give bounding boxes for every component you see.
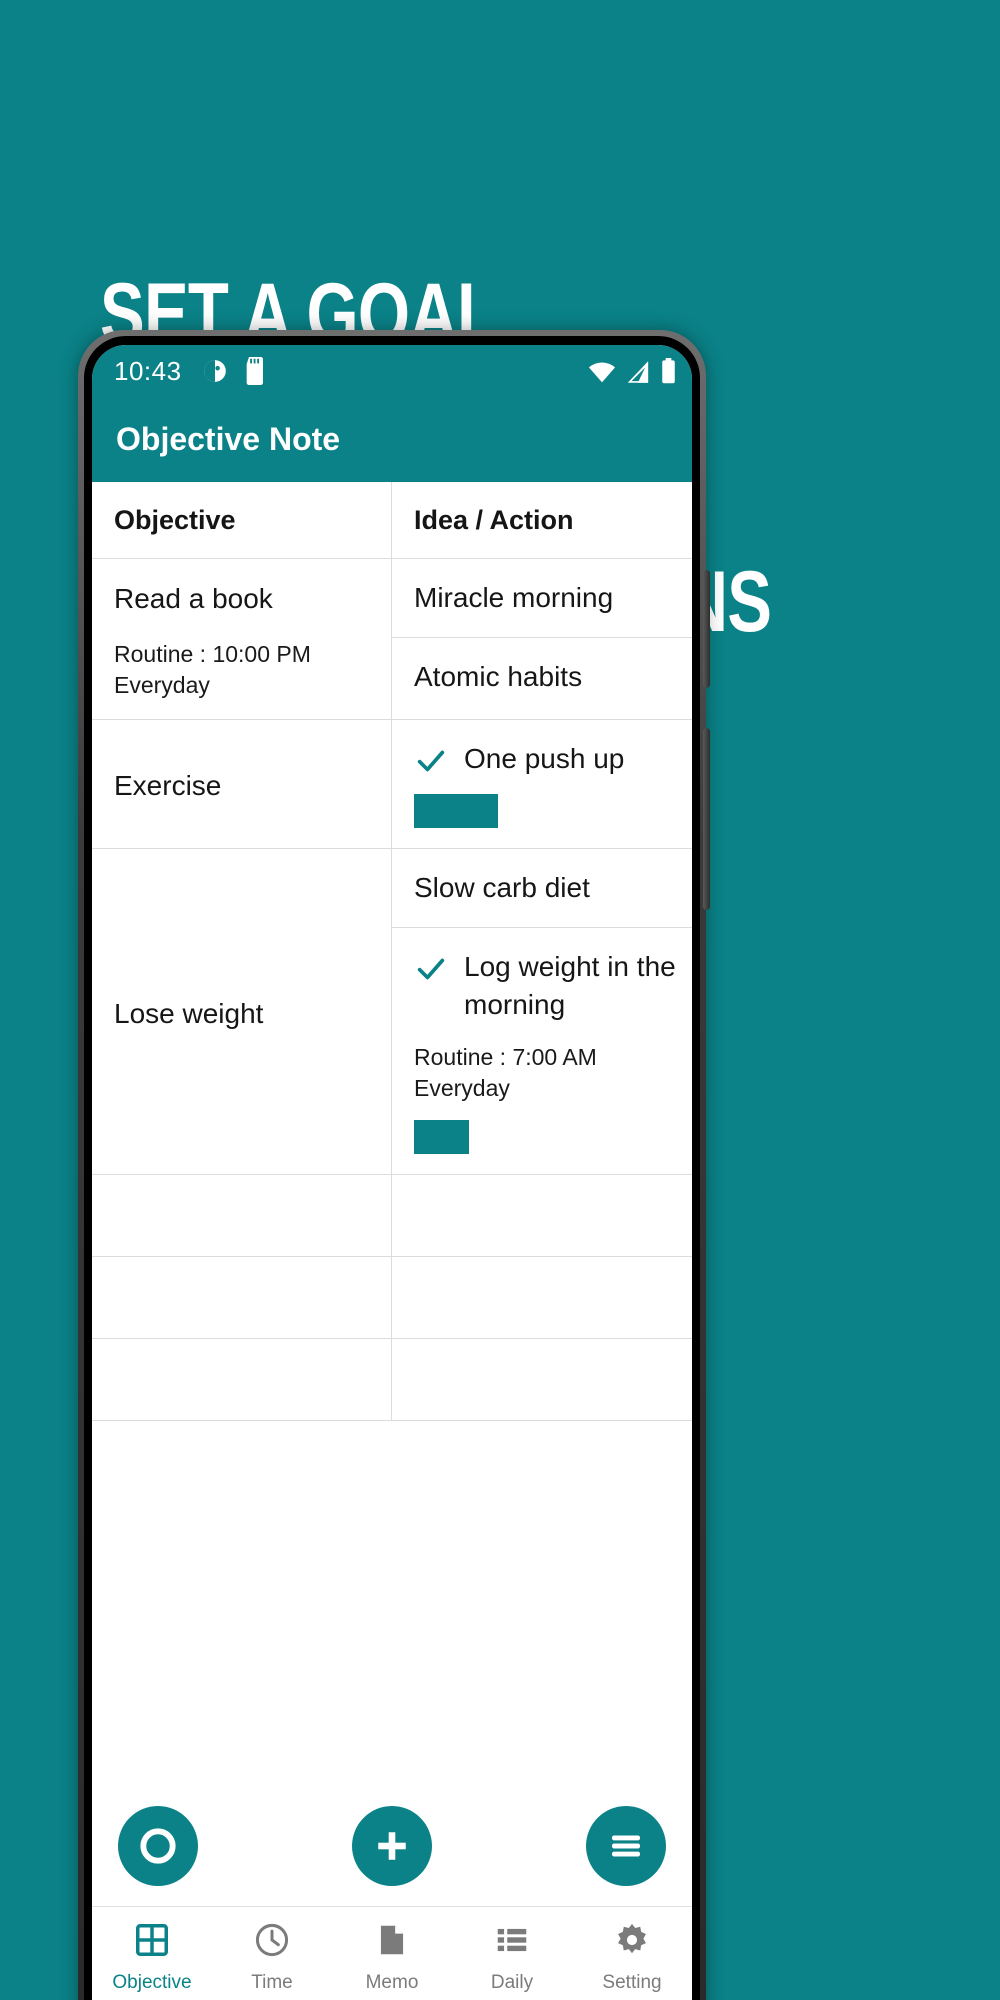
table-row[interactable]: Read a book Routine : 10:00 PM Everyday Mi… (92, 559, 692, 720)
nav-item-memo[interactable]: Memo (332, 1907, 452, 2000)
nav-item-daily[interactable]: Daily (452, 1907, 572, 2000)
nav-item-time[interactable]: Time (212, 1907, 332, 2000)
nav-item-setting[interactable]: Setting (572, 1907, 692, 2000)
nav-item-objective[interactable]: Objective (92, 1907, 212, 2000)
idea-cell-empty[interactable] (392, 1257, 692, 1338)
phone-bezel: 10:43 Objective Note Objective Idea / Ac… (84, 336, 700, 2000)
promo-screenshot: SET A GOAL, IDEAS AND ACTIONS 10:43 (0, 0, 1000, 2000)
table-row-empty[interactable] (92, 1339, 692, 1421)
sd-card-icon (246, 357, 263, 385)
check-icon (417, 750, 445, 772)
status-right-icons (588, 358, 676, 384)
idea-cell: Slow carb diet Log weight in the morning R… (392, 849, 692, 1174)
idea-text: Log weight in the morning (464, 951, 676, 1020)
grid-icon (133, 1921, 171, 1964)
bottom-navigation: Objective Time Memo Daily Setting (92, 1906, 692, 2000)
idea-item[interactable]: Log weight in the morning Routine : 7:00 … (392, 928, 692, 1174)
page-title: Objective Note (116, 421, 341, 457)
add-button[interactable] (352, 1806, 432, 1886)
table-header-row: Objective Idea / Action (92, 482, 692, 559)
nav-item-label: Daily (490, 1972, 534, 1993)
idea-item[interactable]: One push up (392, 720, 692, 848)
status-clock: 10:43 (114, 355, 182, 386)
table-row[interactable]: Exercise One push up (92, 720, 692, 849)
document-icon (373, 1921, 411, 1964)
nav-item-label: Memo (365, 1972, 419, 1993)
nav-item-label: Objective (112, 1972, 192, 1993)
app-bar: Objective Note (92, 397, 692, 482)
objective-cell[interactable]: Lose weight (92, 849, 392, 1174)
record-button[interactable] (118, 1806, 198, 1886)
objective-title: Read a book (114, 583, 273, 614)
battery-icon (662, 358, 675, 384)
do-not-disturb-icon (203, 360, 226, 382)
menu-button[interactable] (586, 1806, 666, 1886)
phone-screen: 10:43 Objective Note Objective Idea / Ac… (92, 345, 692, 2000)
objective-cell[interactable]: Read a book Routine : 10:00 PM Everyday (92, 559, 392, 719)
status-left-icons (202, 357, 268, 385)
idea-cell-empty[interactable] (392, 1175, 692, 1256)
idea-routine: Routine : 7:00 AM Everyday (414, 1044, 597, 1101)
status-bar: 10:43 (92, 345, 692, 397)
idea-item[interactable]: Miracle morning (392, 559, 692, 638)
idea-item[interactable]: Atomic habits (392, 638, 692, 716)
wifi-icon (588, 362, 616, 383)
table-row[interactable]: Lose weight Slow carb diet Log weight in t… (92, 849, 692, 1175)
idea-cell: One push up (392, 720, 692, 848)
phone-frame: 10:43 Objective Note Objective Idea / Ac… (78, 330, 710, 2000)
table-header-idea: Idea / Action (414, 504, 574, 535)
objective-cell-empty[interactable] (92, 1175, 392, 1256)
nav-item-label: Setting (602, 1972, 662, 1993)
hamburger-icon (612, 1835, 640, 1857)
idea-cell-empty[interactable] (392, 1339, 692, 1420)
floating-action-row (92, 1786, 692, 1906)
idea-text: Atomic habits (414, 661, 583, 692)
idea-text: One push up (464, 743, 625, 774)
objective-cell-empty[interactable] (92, 1339, 392, 1420)
table-header-objective: Objective (92, 482, 392, 558)
objective-cell[interactable]: Exercise (92, 720, 392, 848)
idea-text: Miracle morning (414, 582, 614, 613)
phone-side-button-lower[interactable] (703, 728, 710, 910)
objective-table: Objective Idea / Action Read a book Routine… (92, 482, 692, 1421)
check-icon (417, 958, 445, 980)
gear-icon (613, 1921, 651, 1964)
objective-title: Exercise (114, 770, 222, 801)
nav-item-label: Time (251, 1972, 293, 1993)
objective-title: Lose weight (114, 997, 264, 1029)
plus-icon (378, 1832, 406, 1860)
list-icon (493, 1921, 531, 1964)
table-row-empty[interactable] (92, 1257, 692, 1339)
idea-item[interactable]: Slow carb diet (392, 849, 692, 928)
table-row-empty[interactable] (92, 1175, 692, 1257)
phone-side-button-upper[interactable] (703, 570, 710, 688)
idea-text: Slow carb diet (414, 872, 590, 903)
objective-cell-empty[interactable] (92, 1257, 392, 1338)
progress-bar (414, 1120, 470, 1154)
cellular-signal-icon (627, 361, 649, 383)
clock-icon (253, 1921, 291, 1964)
objective-routine: Routine : 10:00 PM Everyday (114, 641, 311, 698)
progress-bar (414, 794, 498, 828)
idea-cell: Miracle morning Atomic habits (392, 559, 692, 719)
circle-icon (140, 1828, 176, 1864)
